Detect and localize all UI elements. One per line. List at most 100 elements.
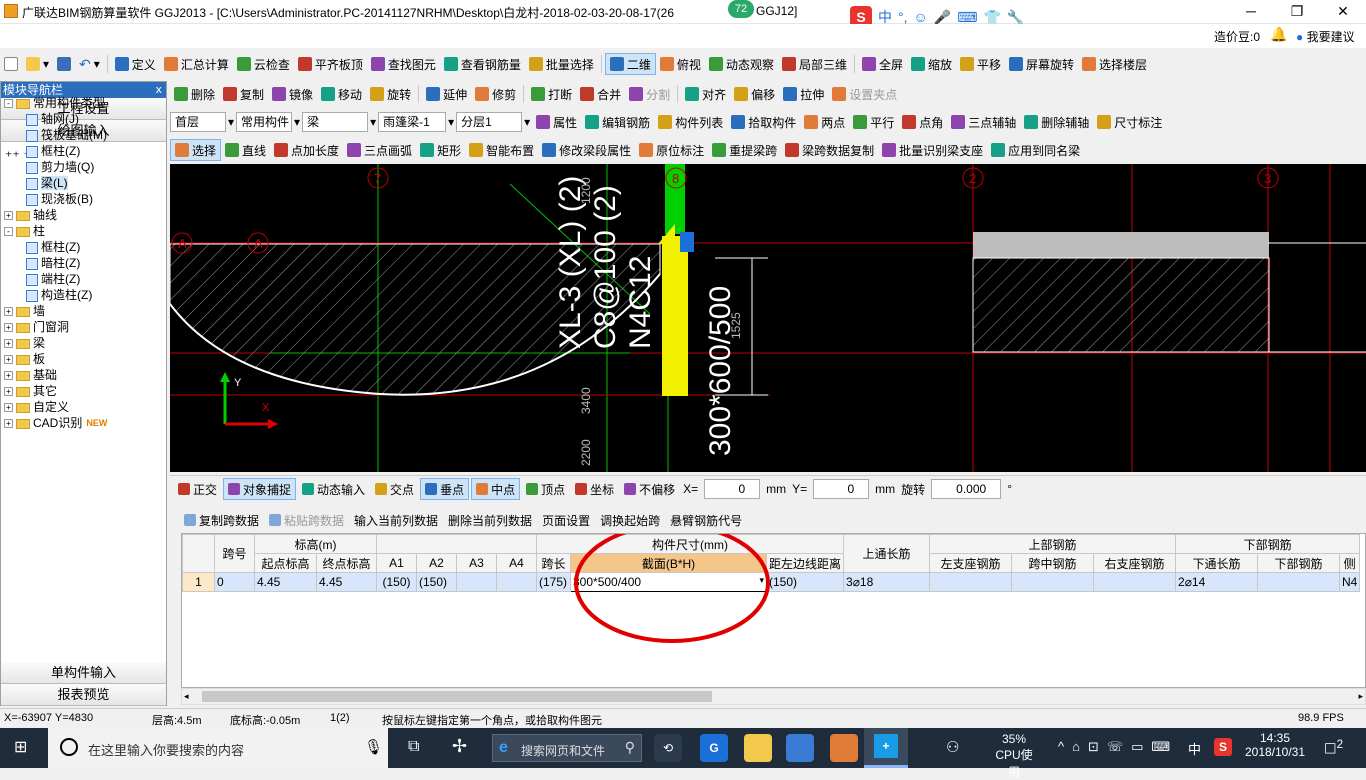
tree-item[interactable]: 剪力墙(Q) bbox=[4, 159, 164, 175]
app-icon-blue[interactable] bbox=[786, 734, 814, 762]
toolbar-button-9[interactable]: 动态观察 bbox=[705, 53, 778, 75]
snap-button-2[interactable]: 动态输入 bbox=[298, 478, 369, 500]
tree-item[interactable]: 轴网(J) bbox=[4, 111, 164, 127]
expand-icon[interactable]: + bbox=[4, 419, 13, 429]
price-bean[interactable]: 造价豆:0 bbox=[1214, 28, 1260, 45]
open-file-icon[interactable]: ▾ bbox=[22, 53, 53, 75]
collapse-icon[interactable]: - bbox=[4, 99, 13, 109]
toolbar-button-15[interactable]: 选择楼层 bbox=[1078, 53, 1151, 75]
toolbar-button-12[interactable]: 缩放 bbox=[907, 53, 956, 75]
toolbar-button-14[interactable]: 屏幕旋转 bbox=[1005, 53, 1078, 75]
taskbar-search[interactable]: 在这里输入你要搜索的内容 🎙 bbox=[48, 728, 388, 768]
cell-right-support[interactable] bbox=[1093, 572, 1177, 592]
edit-button-13[interactable]: 设置夹点 bbox=[828, 83, 901, 105]
collapse-icon[interactable]: - bbox=[4, 227, 13, 237]
cell-a3[interactable] bbox=[456, 572, 497, 592]
sogou-tray-icon[interactable]: S bbox=[1214, 738, 1232, 756]
snap-button-5[interactable]: 中点 bbox=[471, 478, 521, 500]
draw-button-11[interactable]: 应用到同名梁 bbox=[987, 139, 1084, 161]
grid-tool-4[interactable]: 页面设置 bbox=[542, 512, 590, 529]
glodon-app-icon[interactable]: + bbox=[864, 728, 908, 768]
edit-button-6[interactable]: 修剪 bbox=[471, 83, 520, 105]
draw-button-6[interactable]: 修改梁段属性 bbox=[538, 139, 635, 161]
bell-icon[interactable]: 🔔 bbox=[1270, 26, 1287, 43]
tree-item[interactable]: 框柱(Z) bbox=[4, 143, 164, 159]
notification-center-icon[interactable]: ☐2 bbox=[1324, 738, 1343, 758]
suggest-link[interactable]: ● 我要建议 bbox=[1296, 28, 1355, 45]
toolbar-button-6[interactable]: 批量选择 bbox=[525, 53, 598, 75]
scroll-thumb[interactable] bbox=[202, 691, 712, 702]
new-file-icon[interactable] bbox=[0, 53, 22, 75]
scroll-left-icon[interactable]: ◂ bbox=[184, 691, 189, 702]
cell-start-elev[interactable]: 4.45 bbox=[254, 572, 317, 592]
expand-icon[interactable]: + bbox=[4, 355, 13, 365]
snap-button-1[interactable]: 对象捕捉 bbox=[223, 478, 297, 500]
grid-tool-0[interactable]: 复制跨数据 bbox=[184, 512, 259, 529]
people-icon[interactable]: ⚇ bbox=[946, 738, 959, 756]
element-select[interactable]: 梁 bbox=[302, 112, 369, 132]
component-button-4[interactable]: 两点 bbox=[800, 111, 849, 133]
tree-item[interactable]: + 基础 bbox=[4, 367, 164, 383]
punct-icon[interactable]: °, bbox=[898, 9, 908, 25]
component-button-3[interactable]: 拾取构件 bbox=[727, 111, 800, 133]
tree-item[interactable]: + 其它 bbox=[4, 383, 164, 399]
draw-button-5[interactable]: 智能布置 bbox=[465, 139, 538, 161]
tree-item[interactable]: -柱 bbox=[4, 223, 164, 239]
notification-badge[interactable]: 72 bbox=[728, 0, 754, 18]
draw-button-0[interactable]: 选择 bbox=[170, 139, 222, 161]
single-component-button[interactable]: 单构件输入 bbox=[1, 662, 166, 684]
edit-button-3[interactable]: 移动 bbox=[317, 83, 366, 105]
toolbar-button-1[interactable]: 汇总计算 bbox=[160, 53, 233, 75]
scroll-right-icon[interactable]: ▸ bbox=[1358, 691, 1363, 702]
draw-button-8[interactable]: 重提梁跨 bbox=[708, 139, 781, 161]
component-button-1[interactable]: 编辑钢筋 bbox=[581, 111, 654, 133]
toolbar-button-2[interactable]: 云检查 bbox=[233, 53, 294, 75]
edit-button-7[interactable]: 打断 bbox=[527, 83, 576, 105]
toolbar-button-0[interactable]: 定义 bbox=[111, 53, 160, 75]
toolbar-button-3[interactable]: 平齐板顶 bbox=[294, 53, 367, 75]
tree-item[interactable]: + 墙 bbox=[4, 303, 164, 319]
draw-button-7[interactable]: 原位标注 bbox=[635, 139, 708, 161]
snap-button-6[interactable]: 顶点 bbox=[522, 478, 569, 500]
edit-button-1[interactable]: 复制 bbox=[219, 83, 268, 105]
drawing-canvas[interactable]: 7823AA Y X XL-3 (XL) (2) C8@100 (2) N4C1… bbox=[170, 164, 1366, 472]
tree-item[interactable]: 梁(L) bbox=[4, 175, 164, 191]
component-button-2[interactable]: 构件列表 bbox=[654, 111, 727, 133]
y-input[interactable]: 0 bbox=[813, 479, 870, 499]
maximize-button[interactable]: ❐ bbox=[1274, 0, 1320, 24]
cell-a1[interactable]: (150) bbox=[376, 572, 417, 592]
edit-button-2[interactable]: 镜像 bbox=[268, 83, 317, 105]
tree-item[interactable]: + CAD识别 NEW bbox=[4, 415, 164, 431]
save-icon[interactable] bbox=[53, 53, 75, 75]
type-select[interactable]: 常用构件 bbox=[236, 112, 293, 132]
tree-item[interactable]: + 板 bbox=[4, 351, 164, 367]
edit-button-9[interactable]: 分割 bbox=[625, 83, 674, 105]
tree-item[interactable]: + 门窗洞 bbox=[4, 319, 164, 335]
toolbar-button-7[interactable]: 二维 bbox=[604, 53, 656, 75]
toolbar-button-8[interactable]: 俯视 bbox=[656, 53, 705, 75]
cpu-meter[interactable]: 35% CPU使用 bbox=[992, 732, 1036, 780]
grid-tool-3[interactable]: 删除当前列数据 bbox=[448, 512, 532, 529]
snap-button-8[interactable]: 不偏移 bbox=[620, 478, 679, 500]
report-preview-button[interactable]: 报表预览 bbox=[1, 684, 166, 706]
cell-mid-span[interactable] bbox=[1011, 572, 1095, 592]
rotate-input[interactable]: 0.000 bbox=[931, 479, 1002, 499]
edit-button-0[interactable]: 删除 bbox=[170, 83, 219, 105]
close-button[interactable]: ✕ bbox=[1320, 0, 1366, 24]
draw-button-3[interactable]: 三点画弧 bbox=[343, 139, 416, 161]
expand-icon[interactable]: + bbox=[4, 403, 13, 413]
toolbar-button-4[interactable]: 查找图元 bbox=[367, 53, 440, 75]
tree-item[interactable]: 构造柱(Z) bbox=[4, 287, 164, 303]
grid-tool-6[interactable]: 悬臂钢筋代号 bbox=[670, 512, 742, 529]
tree-item[interactable]: 端柱(Z) bbox=[4, 271, 164, 287]
emoji-icon[interactable]: ☺ bbox=[914, 9, 928, 25]
cell-a4[interactable] bbox=[496, 572, 537, 592]
edit-button-10[interactable]: 对齐 bbox=[681, 83, 730, 105]
expand-icon[interactable]: + bbox=[4, 387, 13, 397]
edit-button-5[interactable]: 延伸 bbox=[422, 83, 471, 105]
app-icon-g[interactable]: G bbox=[700, 734, 728, 762]
tree-item[interactable]: 现浇板(B) bbox=[4, 191, 164, 207]
tree-item[interactable]: + 梁 bbox=[4, 335, 164, 351]
voice-icon[interactable]: 🎤 bbox=[934, 9, 951, 26]
toolbar-button-11[interactable]: 全屏 bbox=[858, 53, 907, 75]
